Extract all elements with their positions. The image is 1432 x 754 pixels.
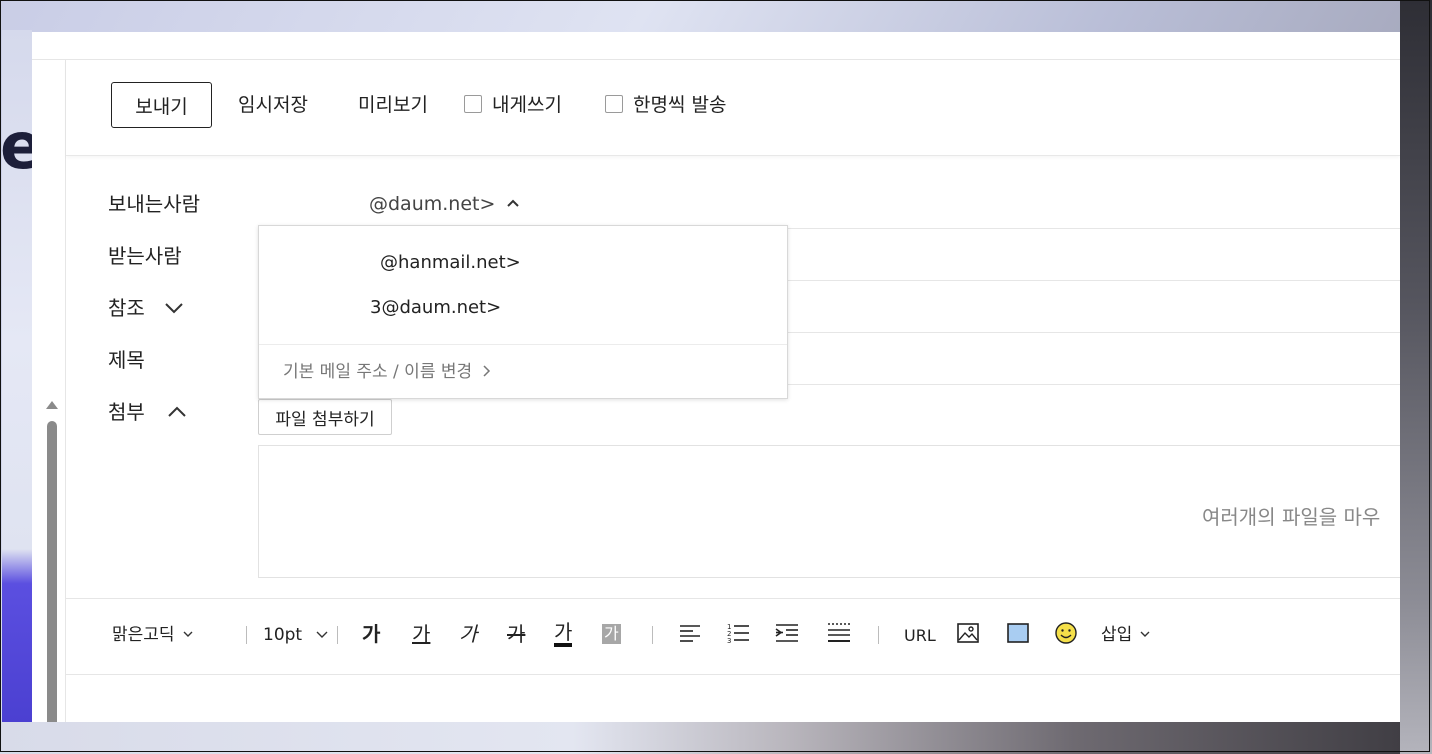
- to-self-label[interactable]: 내게쓰기: [492, 94, 562, 116]
- table-icon[interactable]: [1006, 621, 1030, 645]
- window-topbar: [32, 32, 1400, 60]
- scroll-up-icon[interactable]: [46, 401, 58, 409]
- change-address-link[interactable]: 기본 메일 주소 / 이름 변경: [283, 361, 492, 383]
- numbered-list-icon[interactable]: 1 2 3: [726, 621, 750, 645]
- chevron-up-icon[interactable]: [506, 197, 520, 209]
- font-color-button[interactable]: 가: [554, 621, 573, 647]
- dropzone-hint: 여러개의 파일을 마우: [1202, 505, 1381, 529]
- editor-toolbar: 맑은고딕 10pt 가 가 가 가 가 가 1 2 3 URL 삽입: [66, 598, 1400, 675]
- sender-option[interactable]: 3@daum.net>: [370, 297, 501, 319]
- subject-label: 제목: [108, 348, 145, 372]
- align-left-icon[interactable]: [678, 621, 702, 645]
- field-divider: [788, 332, 1400, 333]
- scrollbar-thumb[interactable]: [47, 421, 57, 722]
- sender-label: 보내는사람: [108, 192, 200, 216]
- background-right: [1400, 0, 1432, 754]
- sender-option[interactable]: @hanmail.net>: [380, 252, 521, 274]
- field-divider: [788, 228, 1400, 229]
- attach-file-button[interactable]: 파일 첨부하기: [258, 399, 392, 435]
- sender-dropdown: @hanmail.net> 3@daum.net> 기본 메일 주소 / 이름 …: [258, 225, 788, 399]
- dropdown-divider: [259, 344, 787, 345]
- insert-menu[interactable]: 삽입: [1101, 624, 1150, 646]
- line-spacing-icon[interactable]: [826, 621, 852, 645]
- field-divider: [788, 384, 1400, 385]
- file-dropzone[interactable]: 여러개의 파일을 마우: [258, 445, 1400, 578]
- chevron-down-icon[interactable]: [163, 300, 185, 316]
- preview-button[interactable]: 미리보기: [358, 94, 428, 116]
- font-family-value: 맑은고딕: [112, 625, 175, 645]
- attachment-label: 첨부: [108, 400, 145, 424]
- insert-label: 삽입: [1101, 625, 1133, 645]
- left-gutter: [32, 59, 66, 722]
- individual-send-label[interactable]: 한명씩 발송: [633, 94, 726, 116]
- toolbar-separator: [652, 626, 653, 644]
- toolbar-separator: [878, 626, 879, 644]
- change-address-text: 기본 메일 주소 / 이름 변경: [283, 362, 473, 382]
- send-button[interactable]: 보내기: [111, 82, 212, 128]
- toolbar-separator: [337, 626, 338, 644]
- strikethrough-button[interactable]: 가: [507, 621, 525, 647]
- recipient-label: 받는사람: [108, 244, 182, 268]
- compose-toolbar: 보내기 임시저장 미리보기 내게쓰기 한명씩 발송: [66, 59, 1400, 156]
- italic-button[interactable]: 가: [459, 621, 477, 647]
- font-size-select[interactable]: 10pt: [263, 624, 328, 646]
- font-size-value: 10pt: [263, 625, 303, 645]
- individual-send-checkbox[interactable]: [605, 95, 623, 113]
- toolbar-separator: [246, 626, 247, 644]
- sender-value[interactable]: @daum.net>: [369, 192, 495, 216]
- chevron-up-icon[interactable]: [166, 404, 188, 420]
- chevron-down-icon: [183, 631, 193, 637]
- emoji-icon[interactable]: [1054, 621, 1078, 645]
- font-family-select[interactable]: 맑은고딕: [112, 624, 193, 646]
- svg-text:3: 3: [727, 637, 731, 645]
- url-button[interactable]: URL: [904, 625, 936, 647]
- image-icon[interactable]: [956, 621, 980, 645]
- compose-window: 보내기 임시저장 미리보기 내게쓰기 한명씩 발송 보내는사람 @daum.ne…: [32, 32, 1400, 722]
- chevron-down-icon: [1140, 631, 1150, 637]
- indent-icon[interactable]: [774, 621, 800, 645]
- chevron-down-icon: [316, 631, 327, 638]
- bold-button[interactable]: 가: [362, 621, 380, 647]
- background-bottom: [0, 722, 1432, 754]
- chevron-right-icon: [483, 365, 490, 377]
- field-divider: [788, 280, 1400, 281]
- background-color-button[interactable]: 가: [602, 624, 621, 644]
- underline-button[interactable]: 가: [412, 621, 430, 647]
- cc-label[interactable]: 참조: [108, 296, 145, 320]
- save-draft-button[interactable]: 임시저장: [238, 94, 308, 116]
- to-self-checkbox[interactable]: [464, 95, 482, 113]
